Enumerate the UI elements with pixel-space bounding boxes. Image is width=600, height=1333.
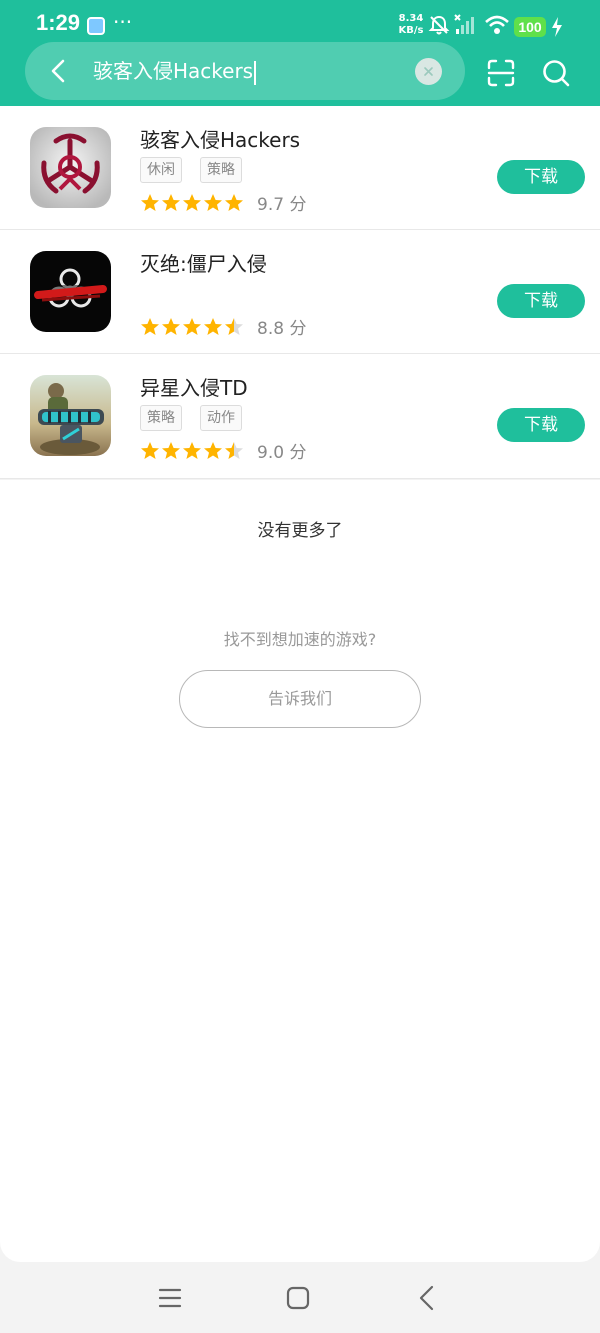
star-icon bbox=[204, 441, 222, 459]
search-bar: 骇客入侵Hackers bbox=[25, 42, 465, 100]
net-speed-value: 8.34 bbox=[398, 13, 424, 24]
extinction-biohazard-icon bbox=[30, 251, 111, 332]
search-results-list: 骇客入侵Hackers 休闲 策略 9.7 分 下载 灭绝:僵尸入侵 8.8 分… bbox=[0, 106, 600, 479]
tag-list: 策略 动作 bbox=[140, 405, 242, 431]
no-more-results: 没有更多了 bbox=[257, 521, 343, 541]
app-icon-hackers bbox=[30, 127, 111, 208]
star-rating bbox=[140, 441, 245, 461]
download-button[interactable]: 下载 bbox=[497, 160, 585, 194]
star-rating bbox=[140, 317, 245, 337]
app-name: 异星入侵TD bbox=[140, 376, 248, 400]
recent-apps-icon[interactable] bbox=[158, 1286, 182, 1310]
star-icon bbox=[141, 441, 159, 459]
app-icon-alien-td bbox=[30, 375, 111, 456]
star-icon bbox=[225, 317, 243, 335]
battery-level: 100 bbox=[514, 17, 546, 37]
mute-icon bbox=[428, 15, 450, 35]
star-icon bbox=[141, 317, 159, 335]
star-icon bbox=[183, 317, 201, 335]
back-icon[interactable] bbox=[45, 57, 73, 85]
back-nav-icon[interactable] bbox=[415, 1284, 439, 1312]
more-notifications-icon: ··· bbox=[113, 10, 133, 34]
rating: 9.7 分 bbox=[140, 190, 306, 215]
star-icon bbox=[141, 193, 159, 211]
rating-score: 9.7 分 bbox=[257, 195, 307, 215]
results-footer: 没有更多了 找不到想加速的游戏? 告诉我们 bbox=[0, 480, 600, 1262]
star-icon bbox=[162, 317, 180, 335]
star-icon bbox=[204, 317, 222, 335]
star-icon bbox=[204, 193, 222, 211]
app-name: 骇客入侵Hackers bbox=[140, 128, 301, 152]
search-icon[interactable] bbox=[541, 58, 571, 88]
list-item[interactable]: 灭绝:僵尸入侵 8.8 分 下载 bbox=[0, 230, 600, 354]
signal-off-icon bbox=[454, 14, 474, 34]
home-icon[interactable] bbox=[286, 1286, 310, 1310]
tell-us-button[interactable]: 告诉我们 bbox=[179, 670, 421, 728]
status-time: 1:29 bbox=[36, 10, 81, 35]
tag: 动作 bbox=[200, 405, 242, 431]
list-item[interactable]: 异星入侵TD 策略 动作 9.0 分 下载 bbox=[0, 354, 600, 479]
rating-score: 8.8 分 bbox=[257, 319, 307, 339]
list-item[interactable]: 骇客入侵Hackers 休闲 策略 9.7 分 下载 bbox=[0, 106, 600, 230]
net-speed: 8.34 KB/s bbox=[394, 13, 428, 37]
wifi-icon bbox=[485, 15, 509, 34]
tag: 策略 bbox=[200, 157, 242, 183]
status-bar: 1:29 ··· 8.34 KB/s 100 bbox=[0, 0, 600, 40]
rating-score: 9.0 分 bbox=[257, 443, 307, 463]
scan-icon[interactable] bbox=[486, 58, 516, 88]
app-icon-extinction bbox=[30, 251, 111, 332]
net-speed-unit: KB/s bbox=[398, 25, 424, 36]
star-icon bbox=[183, 193, 201, 211]
tag-list: 休闲 策略 bbox=[140, 157, 242, 183]
star-icon bbox=[183, 441, 201, 459]
close-icon bbox=[424, 67, 433, 76]
text-caret bbox=[254, 60, 257, 85]
soldier-turret-icon bbox=[30, 375, 111, 456]
search-query: 骇客入侵Hackers bbox=[93, 59, 254, 83]
rating: 9.0 分 bbox=[140, 438, 306, 463]
star-rating bbox=[140, 193, 245, 213]
charging-icon bbox=[552, 17, 562, 37]
hackers-biohazard-icon bbox=[30, 127, 111, 208]
star-icon bbox=[162, 441, 180, 459]
header: 1:29 ··· 8.34 KB/s 100 骇客入侵Hackers bbox=[0, 0, 600, 106]
tag: 策略 bbox=[140, 405, 182, 431]
download-button[interactable]: 下载 bbox=[497, 408, 585, 442]
cant-find-prompt: 找不到想加速的游戏? bbox=[223, 630, 377, 649]
star-icon bbox=[225, 193, 243, 211]
star-icon bbox=[225, 441, 243, 459]
rating: 8.8 分 bbox=[140, 314, 306, 339]
app-name: 灭绝:僵尸入侵 bbox=[140, 252, 267, 276]
star-icon bbox=[162, 193, 180, 211]
clear-search-button[interactable] bbox=[415, 58, 442, 85]
system-nav-bar bbox=[0, 1262, 600, 1333]
tag: 休闲 bbox=[140, 157, 182, 183]
search-input[interactable]: 骇客入侵Hackers bbox=[93, 57, 257, 85]
download-button[interactable]: 下载 bbox=[497, 284, 585, 318]
app-notification-icon bbox=[87, 17, 105, 35]
